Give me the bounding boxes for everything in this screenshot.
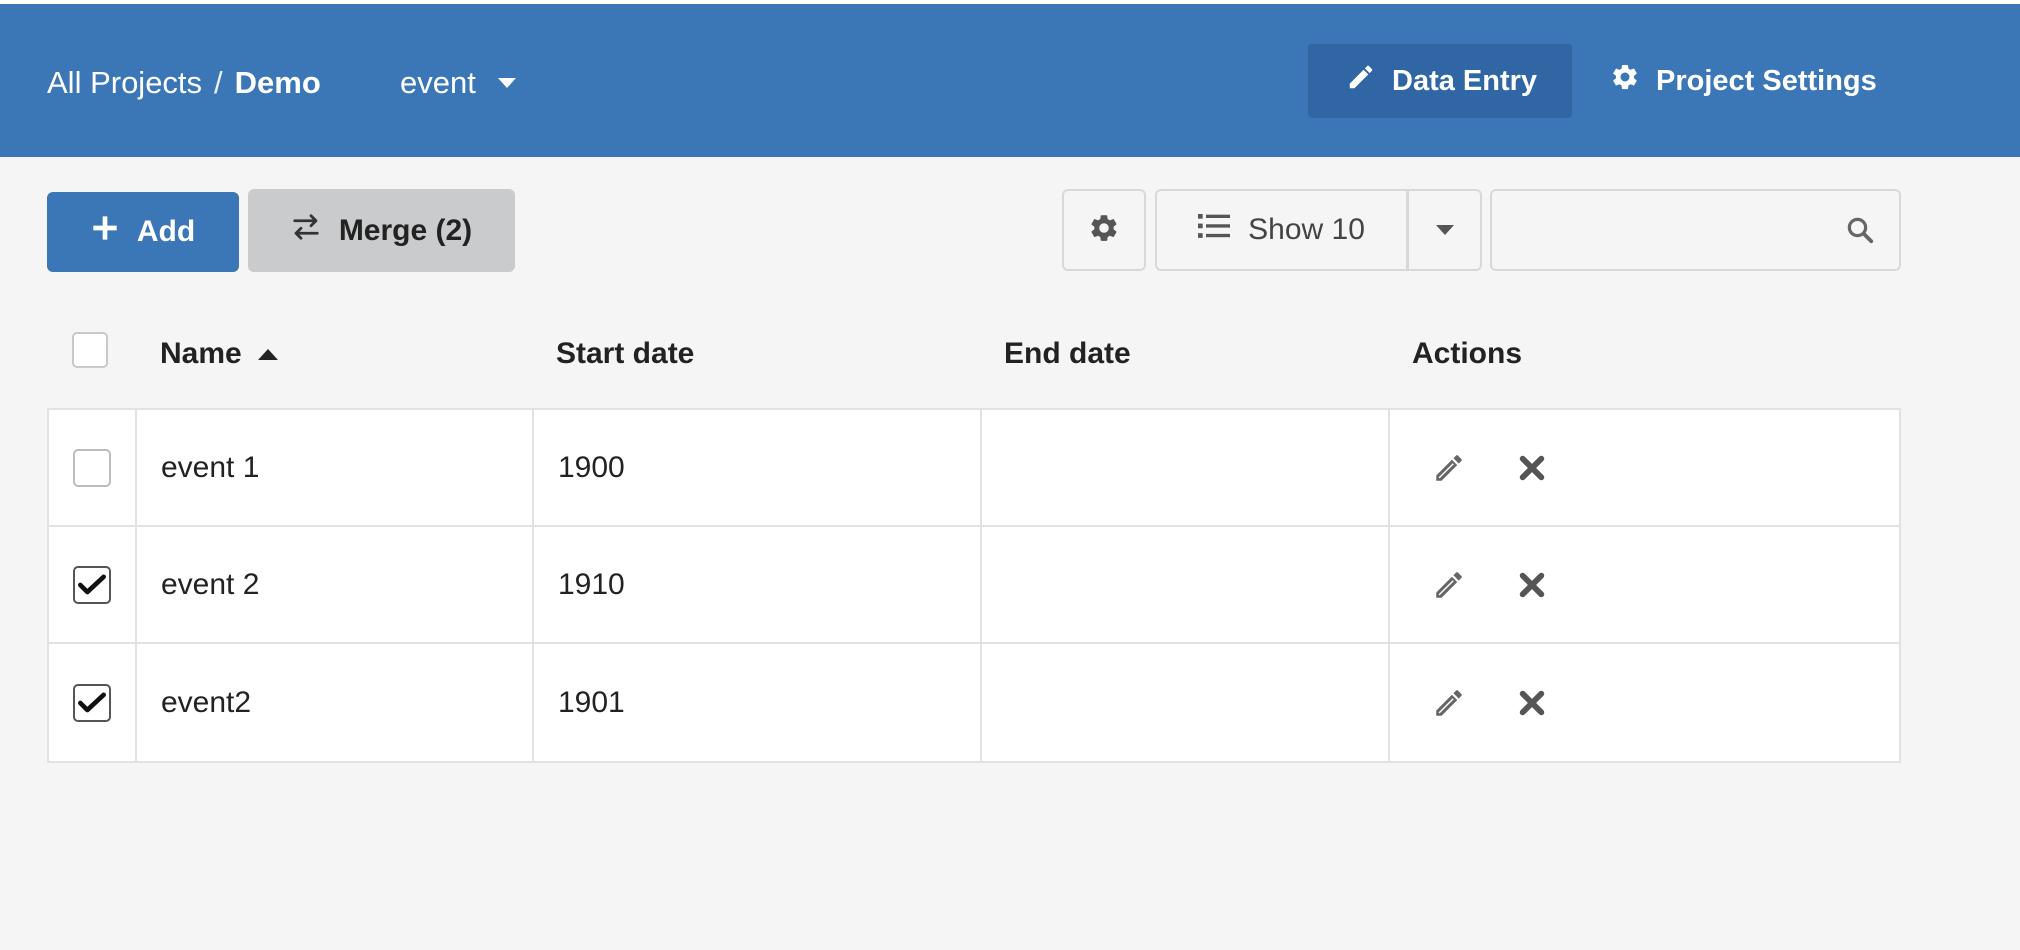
row-checkbox-cell bbox=[49, 527, 137, 642]
checkmark-icon bbox=[78, 574, 106, 594]
actions-cell bbox=[1390, 644, 1901, 761]
start-date-cell: 1900 bbox=[534, 410, 982, 525]
row-checkbox[interactable] bbox=[73, 448, 111, 487]
breadcrumb-all-projects[interactable]: All Projects bbox=[47, 65, 202, 100]
select-all-checkbox[interactable] bbox=[72, 332, 108, 368]
end-date-cell bbox=[982, 527, 1390, 642]
start-date-cell: 1910 bbox=[534, 527, 982, 642]
merge-button[interactable]: Merge (2) bbox=[248, 189, 515, 272]
plus-icon bbox=[91, 214, 119, 250]
sort-ascending-icon bbox=[257, 348, 278, 360]
table-row: event2 1901 bbox=[49, 644, 1899, 761]
row-checkbox[interactable] bbox=[73, 565, 111, 604]
row-checkbox[interactable] bbox=[73, 683, 111, 722]
column-header-start-date[interactable]: Start date bbox=[556, 334, 694, 374]
end-date-cell bbox=[982, 410, 1390, 525]
actions-cell bbox=[1390, 410, 1901, 525]
name-cell: event 1 bbox=[137, 410, 534, 525]
search-icon[interactable] bbox=[1845, 215, 1875, 250]
events-table: event 1 1900 event 2 1910 event2 1901 bbox=[47, 408, 1901, 763]
navbar: All Projects / Demo event Data Entry Proje… bbox=[0, 4, 2020, 157]
table-row: event 2 1910 bbox=[49, 527, 1899, 644]
column-header-end-date[interactable]: End date bbox=[1004, 334, 1131, 374]
pencil-icon bbox=[1346, 62, 1376, 100]
breadcrumb: All Projects / Demo bbox=[47, 63, 321, 103]
delete-x-icon[interactable] bbox=[1518, 571, 1546, 599]
entity-type-label: event bbox=[400, 65, 476, 100]
add-button[interactable]: Add bbox=[47, 192, 239, 272]
gear-icon bbox=[1610, 62, 1640, 100]
start-date-cell: 1901 bbox=[534, 644, 982, 761]
name-cell: event 2 bbox=[137, 527, 534, 642]
column-header-name-label: Name bbox=[160, 337, 242, 370]
caret-down-icon bbox=[1435, 225, 1454, 235]
page-size-dropdown-toggle[interactable] bbox=[1407, 189, 1482, 271]
search-input[interactable] bbox=[1502, 199, 1832, 261]
delete-x-icon[interactable] bbox=[1518, 454, 1546, 482]
column-header-name[interactable]: Name bbox=[160, 334, 278, 374]
edit-pencil-icon[interactable] bbox=[1432, 451, 1466, 485]
name-cell: event2 bbox=[137, 644, 534, 761]
column-settings-button[interactable] bbox=[1062, 189, 1146, 271]
end-date-cell bbox=[982, 644, 1390, 761]
list-icon bbox=[1198, 212, 1231, 248]
search-field bbox=[1490, 189, 1901, 271]
row-checkbox-cell bbox=[49, 644, 137, 761]
breadcrumb-current-project: Demo bbox=[234, 65, 321, 100]
column-header-actions: Actions bbox=[1412, 337, 1523, 370]
breadcrumb-separator: / bbox=[214, 65, 223, 100]
exchange-icon bbox=[291, 212, 321, 250]
row-checkbox-cell bbox=[49, 410, 137, 525]
caret-down-icon bbox=[497, 78, 516, 88]
table-row: event 1 1900 bbox=[49, 410, 1899, 527]
gear-icon bbox=[1088, 212, 1120, 249]
tab-data-entry[interactable]: Data Entry bbox=[1308, 44, 1572, 118]
page-size-button[interactable]: Show 10 bbox=[1155, 189, 1408, 271]
merge-button-label: Merge (2) bbox=[338, 213, 473, 247]
tab-project-settings[interactable]: Project Settings bbox=[1572, 44, 1915, 118]
actions-cell bbox=[1390, 527, 1901, 642]
entity-type-dropdown[interactable]: event bbox=[400, 63, 516, 103]
tab-data-entry-label: Data Entry bbox=[1392, 64, 1538, 97]
edit-pencil-icon[interactable] bbox=[1432, 568, 1466, 602]
delete-x-icon[interactable] bbox=[1518, 689, 1546, 717]
add-button-label: Add bbox=[136, 215, 196, 248]
edit-pencil-icon[interactable] bbox=[1432, 686, 1466, 720]
page-size-label: Show 10 bbox=[1248, 213, 1365, 246]
checkmark-icon bbox=[78, 692, 106, 712]
tab-project-settings-label: Project Settings bbox=[1656, 64, 1877, 97]
